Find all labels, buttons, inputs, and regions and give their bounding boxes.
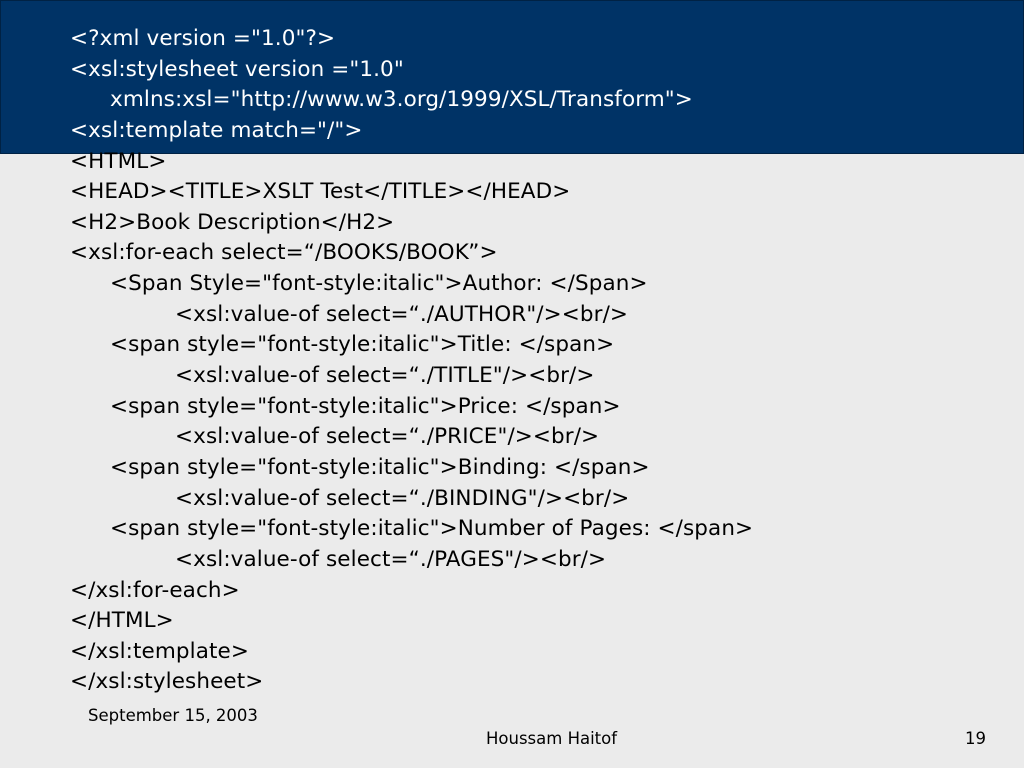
- code-line-16: <xsl:value-of select=“./BINDING"/><br/>: [0, 484, 1024, 515]
- code-line-13: <span style="font-style:italic">Price: <…: [0, 392, 1024, 423]
- code-line-1: <?xml version ="1.0"?>: [0, 24, 1024, 55]
- code-line-text: xmlns:xsl="http://www.w3.org/1999/XSL/Tr…: [110, 87, 693, 113]
- code-line-text: <span style="font-style:italic">Number o…: [110, 516, 754, 542]
- code-line-text: </xsl:template>: [70, 638, 249, 664]
- code-line-2: <xsl:stylesheet version ="1.0": [0, 55, 1024, 86]
- code-line-text: <HEAD><TITLE>XSLT Test</TITLE></HEAD>: [70, 179, 571, 205]
- code-line-3: xmlns:xsl="http://www.w3.org/1999/XSL/Tr…: [0, 85, 1024, 116]
- footer-author: Houssam Haitof: [486, 729, 618, 748]
- code-line-18: <xsl:value-of select=“./PAGES"/><br/>: [0, 545, 1024, 576]
- code-line-text: <HTML>: [70, 148, 167, 174]
- xslt-code-listing: <?xml version ="1.0"?> <xsl:stylesheet v…: [0, 24, 1024, 698]
- code-line-text: <H2>Book Description</H2>: [70, 209, 395, 235]
- code-line-text: <xsl:value-of select=“./PRICE"/><br/>: [175, 424, 600, 450]
- code-line-text: <?xml version ="1.0"?>: [70, 26, 336, 51]
- code-line-17: <span style="font-style:italic">Number o…: [0, 514, 1024, 545]
- code-line-text: <span style="font-style:italic">Price: <…: [110, 393, 621, 419]
- code-line-text: <span style="font-style:italic">Binding:…: [110, 454, 650, 480]
- code-line-text: </HTML>: [70, 608, 174, 634]
- code-line-12: <xsl:value-of select=“./TITLE"/><br/>: [0, 361, 1024, 392]
- code-line-4: <xsl:template match="/">: [0, 116, 1024, 147]
- code-line-text: <xsl:for-each select=“/BOOKS/BOOK”>: [70, 240, 498, 266]
- footer-date: September 15, 2003: [88, 706, 258, 725]
- code-line-text: <xsl:template match="/">: [70, 117, 363, 143]
- code-line-9: <Span Style="font-style:italic">Author: …: [0, 269, 1024, 300]
- code-line-7: <H2>Book Description</H2>: [0, 208, 1024, 239]
- code-line-10: <xsl:value-of select=“./AUTHOR"/><br/>: [0, 300, 1024, 331]
- code-line-text: <xsl:value-of select=“./AUTHOR"/><br/>: [175, 301, 629, 327]
- code-line-21: </xsl:template>: [0, 637, 1024, 668]
- code-line-text: <xsl:value-of select=“./BINDING"/><br/>: [175, 485, 630, 511]
- code-line-5: <HTML>: [0, 147, 1024, 178]
- code-line-14: <xsl:value-of select=“./PRICE"/><br/>: [0, 422, 1024, 453]
- code-line-text: </xsl:for-each>: [70, 577, 240, 603]
- code-line-text: <Span Style="font-style:italic">Author: …: [110, 271, 648, 297]
- code-line-text: <xsl:value-of select=“./TITLE"/><br/>: [175, 363, 595, 389]
- code-line-text: </xsl:stylesheet>: [70, 669, 264, 695]
- code-line-text: <span style="font-style:italic">Title: <…: [110, 332, 615, 358]
- slide-number: 19: [965, 729, 986, 748]
- code-line-text: <xsl:value-of select=“./PAGES"/><br/>: [175, 546, 607, 572]
- code-line-11: <span style="font-style:italic">Title: <…: [0, 330, 1024, 361]
- code-line-19: </xsl:for-each>: [0, 576, 1024, 607]
- code-line-6: <HEAD><TITLE>XSLT Test</TITLE></HEAD>: [0, 177, 1024, 208]
- code-line-20: </HTML>: [0, 606, 1024, 637]
- code-line-15: <span style="font-style:italic">Binding:…: [0, 453, 1024, 484]
- code-line-8: <xsl:for-each select=“/BOOKS/BOOK”>: [0, 238, 1024, 269]
- code-line-22: </xsl:stylesheet>: [0, 667, 1024, 698]
- code-line-text: <xsl:stylesheet version ="1.0": [70, 56, 404, 82]
